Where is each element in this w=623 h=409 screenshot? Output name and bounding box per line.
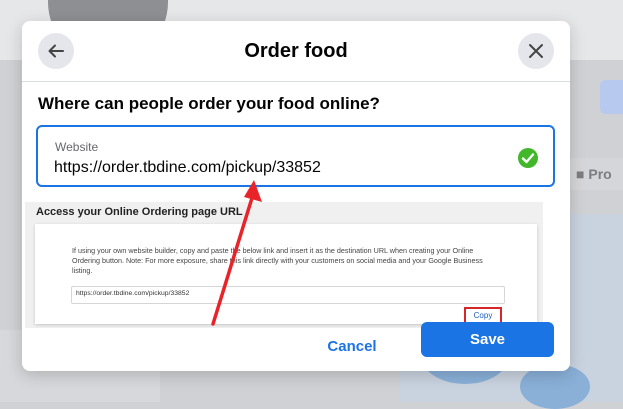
website-input[interactable] [54,157,494,179]
save-button[interactable]: Save [421,322,554,357]
embedded-url-field: https://order.tbdine.com/pickup/33852 [71,286,505,304]
dialog-header: Order food [22,21,570,82]
website-field[interactable]: Website [36,125,555,187]
order-question: Where can people order your food online? [38,94,380,113]
order-food-dialog: Order food Where can people order your f… [22,21,570,371]
background-blue-button [600,80,623,114]
check-circle-icon [518,148,538,168]
megaphone-icon: ■ [576,166,585,182]
embedded-screenshot: Access your Online Ordering page URL If … [25,202,543,328]
background-promote-button: ■ Pro [568,158,623,190]
dialog-title: Order food [244,40,348,62]
background-promote-label: Pro [588,166,612,182]
embedded-title: Access your Online Ordering page URL [36,206,243,218]
embedded-instructions: If using your own website builder, copy … [72,246,483,275]
embedded-card: If using your own website builder, copy … [35,224,537,325]
embedded-url: https://order.tbdine.com/pickup/33852 [76,290,190,297]
close-button[interactable] [518,33,554,69]
cancel-button[interactable]: Cancel [304,330,400,364]
close-icon [529,44,543,58]
website-label: Website [55,140,99,154]
